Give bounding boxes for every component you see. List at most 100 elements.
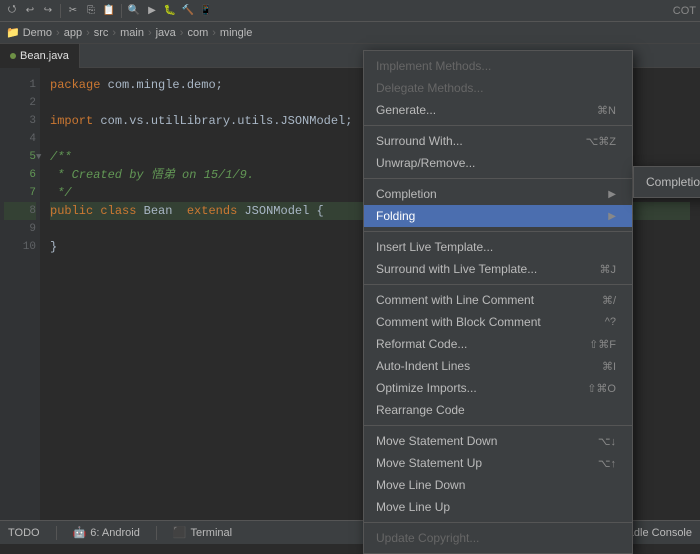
toolbar-icon-back[interactable]: ⭯ (4, 3, 20, 19)
menu-item-shortcut: ⌘N (597, 104, 616, 117)
menu-item-move-stmt-up[interactable]: Move Statement Up ⌥↑ (364, 452, 632, 474)
menu-item-insert-live-template[interactable]: Insert Live Template... (364, 236, 632, 258)
folder-icon: 📁 (6, 26, 20, 39)
menu-item-folding[interactable]: Folding ▶ (364, 205, 632, 227)
menu-item-label: Move Statement Up (376, 456, 578, 470)
status-item-android[interactable]: 🤖 6: Android (73, 526, 140, 539)
menu-item-label: Optimize Imports... (376, 381, 567, 395)
status-item-todo[interactable]: TODO (8, 527, 40, 539)
line-num-7: 7 (4, 184, 36, 202)
toolbar-extra: COT (673, 5, 696, 17)
nav-item-com[interactable]: com (187, 27, 208, 39)
menu-sep-5 (364, 425, 632, 426)
brace-open: { (317, 202, 324, 220)
submenu-panel-folding: Completion Folding (633, 166, 700, 198)
android-icon: 🤖 (73, 526, 87, 539)
keyword-package: package (50, 76, 100, 94)
menu-item-rearrange[interactable]: Rearrange Code (364, 399, 632, 421)
toolbar-icon-sdk[interactable]: 📱 (198, 3, 214, 19)
nav-item-mingle[interactable]: mingle (220, 27, 252, 39)
toolbar-icon-run[interactable]: ▶ (144, 3, 160, 19)
nav-item-main[interactable]: main (120, 27, 144, 39)
menu-item-label: Auto-Indent Lines (376, 359, 582, 373)
menu-item-shortcut: ^? (605, 316, 616, 328)
menu-item-surround-with[interactable]: Surround With... ⌥⌘Z (364, 130, 632, 152)
menu-item-auto-indent[interactable]: Auto-Indent Lines ⌘I (364, 355, 632, 377)
submenu-item-label: Completion Folding (646, 175, 700, 189)
nav-item-app[interactable]: app (64, 27, 82, 39)
menu-item-completion[interactable]: Completion ▶ (364, 183, 632, 205)
status-item-terminal[interactable]: ⬛ Terminal (173, 526, 232, 539)
nav-item-java[interactable]: java (156, 27, 176, 39)
menu-item-shortcut: ⌘J (600, 263, 617, 276)
menu-item-update-copyright[interactable]: Update Copyright... (364, 527, 632, 549)
toolbar-icon-search[interactable]: 🔍 (126, 3, 142, 19)
nav-sep-2: › (86, 27, 90, 39)
nav-sep: › (56, 27, 60, 39)
fold-arrow-5[interactable]: ▼ (36, 148, 41, 166)
toolbar-icon-paste[interactable]: 📋 (101, 3, 117, 19)
menu-item-shortcut: ⌥↓ (598, 435, 616, 448)
menu-item-label: Delegate Methods... (376, 81, 616, 95)
menu-item-generate[interactable]: Generate... ⌘N (364, 99, 632, 121)
line-num-2: 2 (4, 94, 36, 112)
status-sep-2 (156, 526, 157, 540)
toolbar-sep-2 (121, 4, 122, 18)
menu-item-comment-block[interactable]: Comment with Block Comment ^? (364, 311, 632, 333)
nav-item-src[interactable]: src (94, 27, 109, 39)
menu-item-delegate-methods[interactable]: Delegate Methods... (364, 77, 632, 99)
keyword-public: public (50, 202, 93, 220)
brace-close: } (50, 238, 57, 256)
menu-item-move-stmt-down[interactable]: Move Statement Down ⌥↓ (364, 430, 632, 452)
menu-item-surround-live-template[interactable]: Surround with Live Template... ⌘J (364, 258, 632, 280)
menu-item-unwrap[interactable]: Unwrap/Remove... (364, 152, 632, 174)
line-num-3: 3 (4, 112, 36, 130)
class-jsonmodel: JSONModel (244, 202, 309, 220)
toolbar-icon-redo[interactable]: ↪ (40, 3, 56, 19)
menu-sep-1 (364, 125, 632, 126)
menu-item-move-line-down[interactable]: Move Line Down (364, 474, 632, 496)
menu-item-optimize-imports[interactable]: Optimize Imports... ⇧⌘O (364, 377, 632, 399)
keyword-extends: extends (187, 202, 237, 220)
status-label-todo: TODO (8, 527, 40, 539)
menu-item-label: Generate... (376, 103, 577, 117)
toolbar-icon-cut[interactable]: ✂ (65, 3, 81, 19)
toolbar-icon-copy[interactable]: ⎘ (83, 3, 99, 19)
menu-item-label: Move Line Down (376, 478, 616, 492)
menu-item-label: Rearrange Code (376, 403, 616, 417)
menu-item-label: Move Statement Down (376, 434, 578, 448)
toolbar-icon-build[interactable]: 🔨 (180, 3, 196, 19)
keyword-import: import (50, 112, 93, 130)
submenu-item-completion-folding[interactable]: Completion Folding (634, 171, 700, 193)
submenu-arrow: ▶ (608, 211, 616, 222)
file-tab-bean[interactable]: Bean.java (0, 44, 80, 68)
status-sep-1 (56, 526, 57, 540)
menu-item-label: Completion (376, 187, 604, 201)
class-bean: Bean (144, 202, 173, 220)
status-label-terminal: Terminal (191, 527, 233, 539)
menu-item-label: Comment with Line Comment (376, 293, 582, 307)
menu-item-label: Surround with Live Template... (376, 262, 580, 276)
nav-item-demo[interactable]: 📁 Demo (6, 26, 52, 39)
menu-item-shortcut: ⌘I (602, 360, 616, 373)
nav-sep-6: › (212, 27, 216, 39)
comment-open: /** (50, 148, 72, 166)
comment-body: * Created by 悟弟 on 15/1/9. (50, 166, 254, 184)
menu-item-implement-methods[interactable]: Implement Methods... (364, 55, 632, 77)
terminal-icon: ⬛ (173, 526, 187, 539)
comment-close: */ (50, 184, 72, 202)
menu-item-reformat[interactable]: Reformat Code... ⇧⌘F (364, 333, 632, 355)
nav-sep-4: › (148, 27, 152, 39)
line-numbers: 1 2 3 4 5 6 7 8 9 10 (0, 68, 40, 520)
submenu-arrow: ▶ (608, 189, 616, 200)
toolbar-icon-debug[interactable]: 🐛 (162, 3, 178, 19)
import-path: com.vs.utilLibrary.utils.JSONModel; (100, 112, 352, 130)
toolbar-icon-undo[interactable]: ↩ (22, 3, 38, 19)
toolbar-sep-1 (60, 4, 61, 18)
menu-item-comment-line[interactable]: Comment with Line Comment ⌘/ (364, 289, 632, 311)
line-num-6: 6 (4, 166, 36, 184)
menu-item-move-line-up[interactable]: Move Line Up (364, 496, 632, 518)
line-num-8: 8 (4, 202, 36, 220)
menu-sep-2 (364, 178, 632, 179)
keyword-class: class (100, 202, 136, 220)
